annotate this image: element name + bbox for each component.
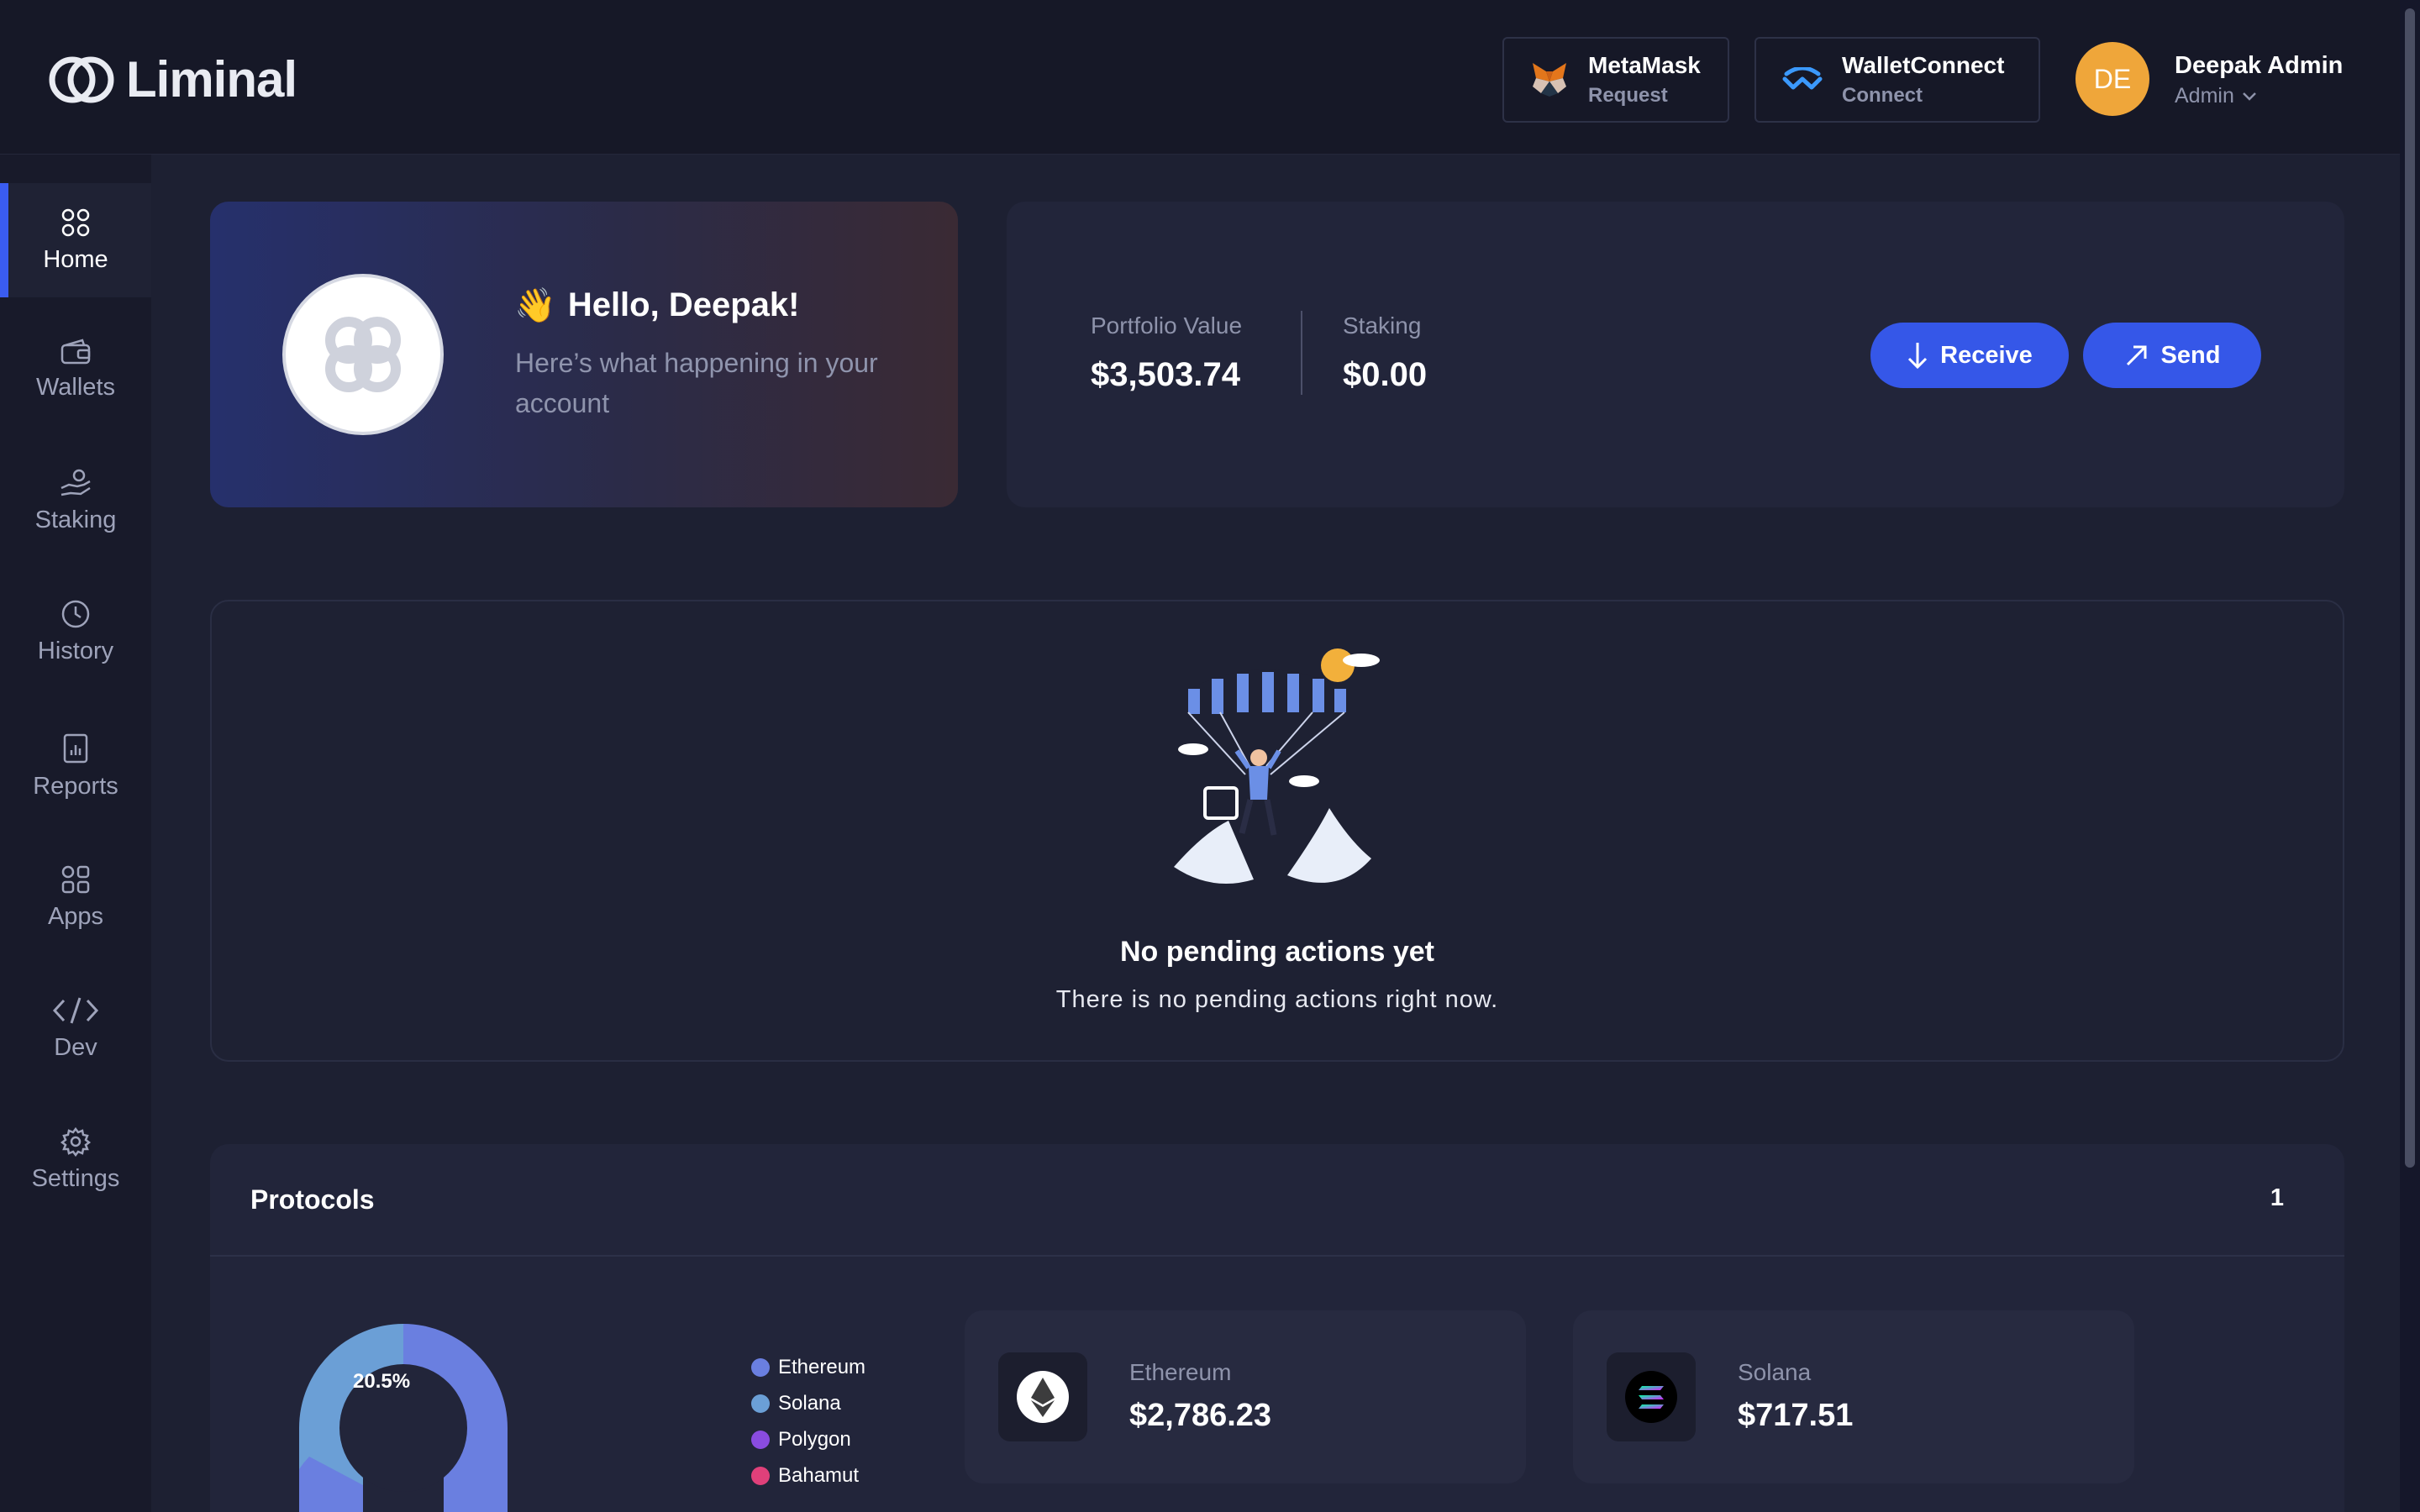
staking-value: $0.00	[1343, 356, 1428, 393]
legend-label: Solana	[778, 1392, 841, 1415]
sidebar-item-dev[interactable]: Dev	[0, 971, 151, 1085]
clock-icon	[61, 600, 90, 627]
chevron-down-icon	[2242, 92, 2256, 101]
protocol-card-ethereum[interactable]: Ethereum $2,786.23	[965, 1310, 1526, 1483]
legend-item-polygon[interactable]: Polygon	[751, 1428, 851, 1452]
scrollbar-thumb[interactable]	[2405, 8, 2415, 1168]
sidebar-item-apps[interactable]: Apps	[0, 840, 151, 954]
sidebar: Home Wallets Staking History Reports App…	[0, 155, 151, 1512]
legend-item-bahamut[interactable]: Bahamut	[751, 1464, 859, 1488]
coin-icon-wrap	[998, 1352, 1087, 1441]
receive-button[interactable]: Receive	[1870, 323, 2069, 388]
user-name[interactable]: Deepak Admin	[2175, 52, 2343, 80]
sidebar-item-label: Apps	[47, 902, 104, 930]
sidebar-item-wallets[interactable]: Wallets	[0, 312, 151, 427]
walletconnect-icon	[1782, 67, 1823, 90]
sidebar-item-settings[interactable]: Settings	[0, 1102, 151, 1216]
page-scrollbar[interactable]	[2400, 0, 2420, 1512]
pending-actions-panel: No pending actions yet There is no pendi…	[210, 600, 2344, 1062]
apps-grid-icon	[61, 865, 90, 893]
protocols-panel: Protocols 1 20.5% Ethereum Solana Polygo…	[210, 1144, 2344, 1512]
legend-label: Polygon	[778, 1428, 851, 1451]
grid-icon	[61, 208, 90, 236]
coin-value: $2,786.23	[1129, 1398, 1272, 1433]
wallet-icon	[60, 338, 91, 364]
portfolio-card: Portfolio Value $3,503.74 Staking $0.00 …	[1007, 202, 2344, 507]
arrow-down-icon	[1908, 343, 1928, 370]
logo-text: Liminal	[126, 51, 297, 108]
metamask-subtitle: Request	[1588, 84, 1668, 107]
solana-icon	[1625, 1371, 1677, 1423]
metamask-button[interactable]: MetaMask Request	[1502, 37, 1729, 123]
liminal-logo[interactable]: Liminal	[49, 50, 297, 108]
portfolio-value: $3,503.74	[1091, 356, 1240, 393]
sidebar-item-label: Reports	[33, 772, 118, 800]
greeting-title-row: 👋 Hello, Deepak!	[514, 286, 799, 325]
greeting-title: Hello, Deepak!	[567, 286, 800, 323]
sidebar-item-label: Settings	[31, 1164, 120, 1192]
ethereum-icon	[1017, 1371, 1069, 1423]
code-icon	[52, 997, 99, 1023]
staking-hand-icon	[60, 469, 91, 496]
legend-dot	[751, 1358, 770, 1377]
legend-dot	[751, 1431, 770, 1449]
waving-hand-icon: 👋	[514, 287, 556, 324]
liminal-logo-icon	[49, 56, 114, 102]
protocols-title: Protocols	[250, 1184, 375, 1215]
user-role-dropdown[interactable]: Admin	[2175, 84, 2258, 108]
metamask-title: MetaMask	[1588, 52, 1701, 78]
arrow-up-right-icon	[2126, 345, 2147, 366]
coin-name: Solana	[1738, 1359, 1812, 1385]
user-role-label: Admin	[2175, 84, 2234, 108]
user-avatar[interactable]: DE	[2075, 42, 2149, 116]
greeting-subtitle: Here’s what happening in your account	[515, 348, 878, 418]
top-bar: Liminal MetaMask Request WalletConnect C…	[0, 0, 2420, 155]
receive-label: Receive	[1940, 341, 2033, 369]
walletconnect-title: WalletConnect	[1842, 52, 2005, 78]
walletconnect-button[interactable]: WalletConnect Connect	[1754, 37, 2040, 123]
sidebar-item-label: Staking	[34, 506, 117, 533]
coin-icon-wrap	[1607, 1352, 1696, 1441]
sidebar-item-label: History	[37, 637, 114, 664]
send-label: Send	[2160, 341, 2221, 369]
sidebar-item-staking[interactable]: Staking	[0, 444, 151, 558]
legend-label: Ethereum	[778, 1356, 866, 1378]
sidebar-item-label: Dev	[54, 1033, 97, 1061]
sidebar-item-reports[interactable]: Reports	[0, 709, 151, 823]
coin-name: Ethereum	[1129, 1359, 1232, 1385]
greeting-card: 👋 Hello, Deepak! Here’s what happening i…	[210, 202, 958, 507]
send-button[interactable]: Send	[2083, 323, 2261, 388]
walletconnect-subtitle: Connect	[1842, 84, 1923, 107]
sidebar-item-label: Home	[43, 245, 108, 273]
legend-item-ethereum[interactable]: Ethereum	[751, 1356, 865, 1379]
pending-empty-title: No pending actions yet	[1119, 936, 1435, 968]
legend-item-solana[interactable]: Solana	[751, 1392, 841, 1415]
portfolio-divider	[1301, 311, 1302, 395]
protocols-count: 1	[2270, 1184, 2284, 1211]
portfolio-value-label: Portfolio Value	[1091, 312, 1243, 339]
sidebar-item-history[interactable]: History	[0, 575, 151, 689]
sidebar-item-label: Wallets	[36, 373, 115, 401]
protocol-donut-chart: 20.5%	[299, 1324, 508, 1512]
protocols-header: Protocols 1	[210, 1144, 2344, 1257]
staking-label: Staking	[1343, 312, 1422, 339]
legend-dot	[751, 1394, 770, 1413]
coin-value: $717.51	[1738, 1398, 1854, 1433]
organization-logo	[282, 274, 444, 435]
parachute-illustration	[1174, 648, 1380, 884]
protocol-card-solana[interactable]: Solana $717.51	[1573, 1310, 2134, 1483]
legend-label: Bahamut	[778, 1464, 860, 1487]
metamask-fox-icon	[1533, 63, 1566, 97]
pending-empty-subtitle: There is no pending actions right now.	[1055, 986, 1499, 1013]
legend-dot	[751, 1467, 770, 1485]
gear-icon	[60, 1126, 91, 1157]
org-logo-icon	[325, 317, 401, 392]
sidebar-item-home[interactable]: Home	[0, 183, 151, 297]
report-icon	[63, 733, 88, 763]
donut-percent-label: 20.5%	[353, 1370, 410, 1393]
